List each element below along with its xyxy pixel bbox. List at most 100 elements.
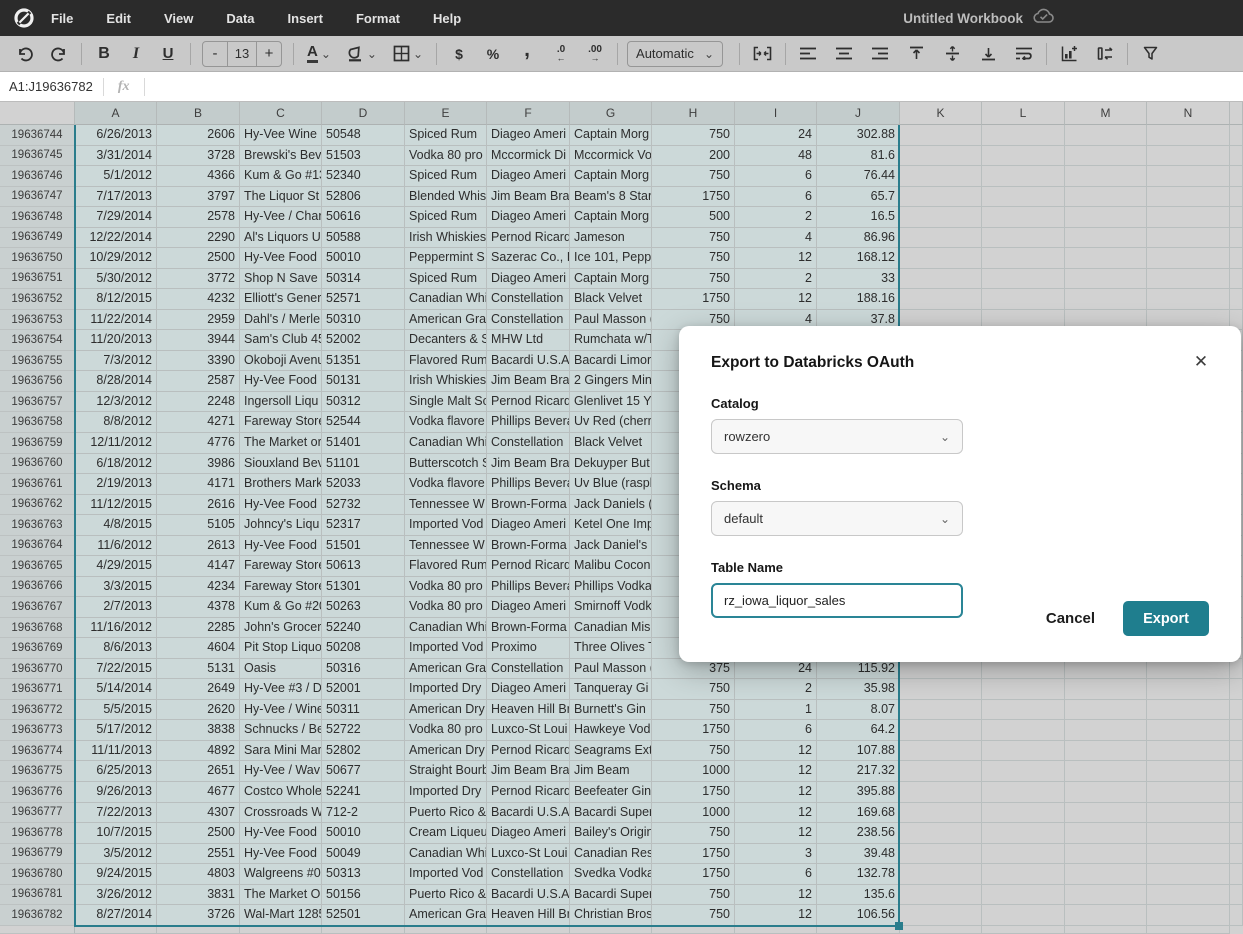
cell[interactable]: Bailey's Origin <box>570 823 652 844</box>
cell[interactable] <box>1147 248 1230 269</box>
cell[interactable] <box>900 905 982 926</box>
cell[interactable]: 12 <box>735 782 817 803</box>
cell[interactable] <box>1065 741 1147 762</box>
row-header[interactable]: 19636765 <box>0 556 75 577</box>
cell[interactable]: MHW Ltd <box>487 330 570 351</box>
underline-button[interactable]: U <box>155 40 181 68</box>
cell[interactable]: Tanqueray Gi <box>570 679 652 700</box>
cell[interactable]: American Dry <box>405 700 487 721</box>
cell[interactable]: 50677 <box>322 761 405 782</box>
row-header[interactable]: 19636753 <box>0 310 75 331</box>
row-header[interactable]: 19636769 <box>0 638 75 659</box>
cell[interactable] <box>1230 844 1243 865</box>
cell[interactable]: 750 <box>652 700 735 721</box>
cell[interactable] <box>1230 187 1243 208</box>
cell[interactable] <box>1230 146 1243 167</box>
cell[interactable]: Vodka flavore <box>405 474 487 495</box>
cell[interactable]: American Dry <box>405 741 487 762</box>
percent-format-button[interactable]: % <box>480 40 506 68</box>
cell[interactable]: 4 <box>735 228 817 249</box>
cell[interactable]: 4378 <box>157 597 240 618</box>
cell[interactable]: Flavored Rum <box>405 351 487 372</box>
cell[interactable]: 35.98 <box>817 679 900 700</box>
cell[interactable]: 238.56 <box>817 823 900 844</box>
cell[interactable]: 11/12/2015 <box>75 495 157 516</box>
cell[interactable] <box>982 905 1065 926</box>
cell[interactable]: 52033 <box>322 474 405 495</box>
cell[interactable]: 4147 <box>157 556 240 577</box>
row-header[interactable]: 19636744 <box>0 125 75 146</box>
cell[interactable]: Sara Mini Mar <box>240 741 322 762</box>
cell[interactable]: 52240 <box>322 618 405 639</box>
align-center-button[interactable] <box>831 40 857 68</box>
cell[interactable] <box>900 803 982 824</box>
cell[interactable]: 1000 <box>652 803 735 824</box>
cell[interactable] <box>1147 885 1230 906</box>
row-header[interactable]: 19636778 <box>0 823 75 844</box>
cell[interactable] <box>900 146 982 167</box>
cell[interactable]: 2 <box>735 207 817 228</box>
cell[interactable]: 169.68 <box>817 803 900 824</box>
cell[interactable]: 33 <box>817 269 900 290</box>
cell[interactable]: 4/8/2015 <box>75 515 157 536</box>
cell[interactable]: Costco Whole <box>240 782 322 803</box>
cell[interactable] <box>1147 187 1230 208</box>
cell[interactable]: 50010 <box>322 823 405 844</box>
cell[interactable]: 1750 <box>652 864 735 885</box>
cell[interactable]: John's Grocer <box>240 618 322 639</box>
cell[interactable]: Heaven Hill Br <box>487 700 570 721</box>
cell[interactable]: Constellation <box>487 310 570 331</box>
row-header[interactable]: 19636752 <box>0 289 75 310</box>
cell[interactable]: 39.48 <box>817 844 900 865</box>
cell[interactable]: 500 <box>652 207 735 228</box>
cell[interactable]: Crossroads W <box>240 803 322 824</box>
cell[interactable]: Vodka 80 pro <box>405 577 487 598</box>
cell[interactable] <box>982 720 1065 741</box>
cell[interactable]: Jack Daniels ( <box>570 495 652 516</box>
row-header[interactable] <box>0 926 75 934</box>
cell[interactable]: 50588 <box>322 228 405 249</box>
cell[interactable] <box>1230 741 1243 762</box>
italic-button[interactable]: I <box>123 40 149 68</box>
cell[interactable]: 1000 <box>652 761 735 782</box>
row-header[interactable]: 19636771 <box>0 679 75 700</box>
cell[interactable]: 4/29/2015 <box>75 556 157 577</box>
cell[interactable] <box>1230 905 1243 926</box>
cell[interactable] <box>982 864 1065 885</box>
cell[interactable] <box>1147 720 1230 741</box>
cell[interactable]: 2290 <box>157 228 240 249</box>
cell[interactable]: 4307 <box>157 803 240 824</box>
cell[interactable]: 12/22/2014 <box>75 228 157 249</box>
cell[interactable]: 132.78 <box>817 864 900 885</box>
cell[interactable]: 8/27/2014 <box>75 905 157 926</box>
workbook-title[interactable]: Untitled Workbook <box>903 11 1023 26</box>
cell[interactable]: 52317 <box>322 515 405 536</box>
cell[interactable]: Okoboji Avenu <box>240 351 322 372</box>
cell[interactable]: 52571 <box>322 289 405 310</box>
menu-insert[interactable]: Insert <box>288 11 323 26</box>
select-all-corner[interactable] <box>0 102 75 125</box>
cell[interactable]: Seagrams Ext <box>570 741 652 762</box>
cell[interactable]: 3/3/2015 <box>75 577 157 598</box>
cell[interactable]: 11/16/2012 <box>75 618 157 639</box>
cell[interactable] <box>1147 207 1230 228</box>
cell[interactable]: 51503 <box>322 146 405 167</box>
cell[interactable]: Jim Beam Bra <box>487 761 570 782</box>
align-right-button[interactable] <box>867 40 893 68</box>
cell[interactable]: 3726 <box>157 905 240 926</box>
cell[interactable]: Spiced Rum <box>405 207 487 228</box>
cell[interactable]: Black Velvet <box>570 289 652 310</box>
row-header[interactable]: 19636758 <box>0 412 75 433</box>
cell[interactable] <box>1147 289 1230 310</box>
cell[interactable] <box>1147 905 1230 926</box>
cell[interactable]: Ketel One Imp <box>570 515 652 536</box>
cell[interactable]: The Market O <box>240 885 322 906</box>
cell[interactable]: 4366 <box>157 166 240 187</box>
cell[interactable]: 9/24/2015 <box>75 864 157 885</box>
cell[interactable] <box>900 289 982 310</box>
cell[interactable] <box>900 269 982 290</box>
cell[interactable]: Jim Beam Bra <box>487 187 570 208</box>
cell[interactable] <box>1230 782 1243 803</box>
cell[interactable]: Pernod Ricard <box>487 741 570 762</box>
cell[interactable]: 50548 <box>322 125 405 146</box>
